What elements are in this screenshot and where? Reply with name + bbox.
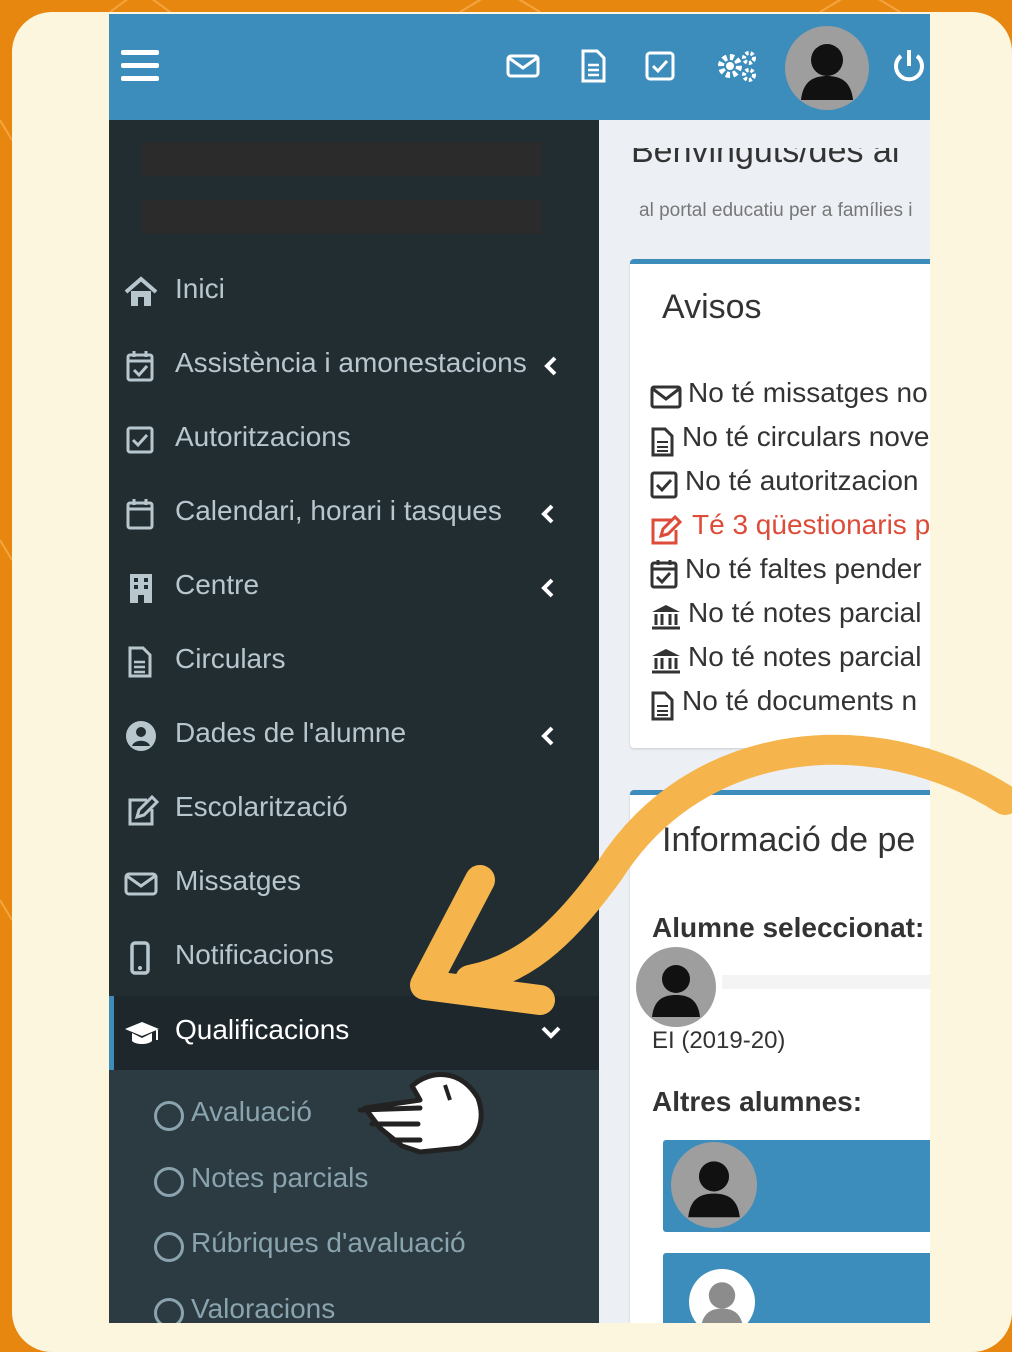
submenu-item-rubriques[interactable]: Rúbriques d'avaluació: [109, 1217, 599, 1277]
sidebar-item-label: Dades de l'alumne: [175, 717, 407, 748]
main-content: Benvinguts/des al al portal educatiu per…: [599, 120, 930, 1323]
submenu-item-label: Valoracions: [191, 1293, 336, 1323]
sidebar-item-dades-alumne[interactable]: Dades de l'alumne: [109, 699, 599, 773]
checkbox-icon: [126, 426, 154, 454]
submenu-item-notes-parcials[interactable]: Notes parcials: [109, 1152, 599, 1212]
submenu-item-label: Avaluació: [191, 1096, 312, 1127]
sidebar-item-label: Missatges: [175, 865, 302, 896]
info-title: Informació de pe: [662, 821, 916, 859]
sidebar-item-centre[interactable]: Centre: [109, 551, 599, 625]
page-subtitle: al portal educatiu per a famílies i: [639, 200, 913, 221]
info-box: Informació de pe Alumne seleccionat: EI …: [630, 790, 930, 1323]
sidebar-item-label: Inici: [175, 273, 225, 304]
page-title-cropped: Benvinguts/des al: [631, 148, 900, 170]
user-silhouette-icon: [688, 1161, 740, 1218]
circle-icon: [154, 1232, 184, 1262]
envelope-icon: [124, 872, 158, 896]
app-screenshot: Inici Assistència i amonestacions Autori…: [109, 14, 930, 1323]
sidebar-item-circulars[interactable]: Circulars: [109, 625, 599, 699]
institution-icon: [652, 649, 680, 674]
sidebar-item-label: Assistència i amonestacions: [175, 347, 527, 378]
circle-icon: [154, 1101, 184, 1131]
calendar-check-icon: [126, 351, 154, 382]
sidebar-item-label: Escolarització: [175, 791, 348, 822]
sidebar-item-label: Centre: [175, 569, 260, 600]
document-icon: [651, 427, 674, 457]
user-silhouette-icon: [652, 965, 700, 1017]
qualificacions-submenu: Avaluació Notes parcials Rúbriques d'ava…: [109, 1070, 599, 1323]
power-icon[interactable]: [889, 46, 929, 86]
gears-icon[interactable]: [715, 48, 759, 84]
chevron-left-icon: [541, 726, 554, 746]
user-silhouette-icon: [801, 44, 853, 100]
mobile-icon: [130, 941, 150, 975]
sidebar-item-autoritzacions[interactable]: Autoritzacions: [109, 403, 599, 477]
redacted-user-name: [142, 142, 542, 176]
sidebar-item-escolaritzacio[interactable]: Escolarització: [109, 773, 599, 847]
sidebar-item-label: Circulars: [175, 643, 286, 674]
edit-icon: [128, 794, 159, 826]
document-icon[interactable]: [575, 48, 611, 84]
user-circle-icon: [126, 721, 156, 751]
checkbox-icon[interactable]: [642, 48, 678, 84]
submenu-item-valoracions[interactable]: Valoracions: [109, 1283, 599, 1323]
circle-icon: [154, 1298, 184, 1323]
sidebar-item-missatges[interactable]: Missatges: [109, 847, 599, 921]
chevron-left-icon: [541, 578, 554, 598]
building-icon: [130, 574, 152, 603]
institution-icon: [652, 605, 680, 630]
sidebar-item-qualificacions[interactable]: Qualificacions: [109, 996, 599, 1070]
sidebar-item-inici[interactable]: Inici: [109, 255, 599, 329]
envelope-icon: [650, 385, 682, 409]
chevron-left-icon: [541, 504, 554, 524]
sidebar-item-label: Autoritzacions: [175, 421, 351, 452]
calendar-check-icon: [650, 560, 678, 589]
sidebar: Inici Assistència i amonestacions Autori…: [109, 120, 599, 1323]
redacted-user-info: [142, 200, 542, 234]
other-student-card[interactable]: [663, 1253, 930, 1323]
other-students-label: Altres alumnes:: [652, 1086, 863, 1117]
graduation-cap-icon: [125, 1022, 159, 1044]
avisos-box: Avisos No té missatges no No té circular…: [630, 259, 930, 748]
envelope-icon[interactable]: [505, 48, 541, 84]
other-student-avatar: [689, 1269, 755, 1323]
user-silhouette-icon: [701, 1282, 743, 1323]
student-course: EI (2019-20): [652, 1027, 786, 1054]
document-icon: [651, 691, 674, 721]
chevron-left-icon: [544, 356, 557, 376]
calendar-icon: [126, 499, 154, 530]
redacted-student-name: [722, 975, 930, 989]
chevron-down-icon: [541, 1026, 561, 1039]
selected-student-label: Alumne seleccionat:: [652, 912, 925, 943]
sidebar-item-label: Calendari, horari i tasques: [175, 495, 502, 526]
avisos-title: Avisos: [662, 288, 762, 326]
document-icon: [128, 646, 152, 678]
sidebar-item-calendari[interactable]: Calendari, horari i tasques: [109, 477, 599, 551]
checkbox-icon: [650, 471, 678, 499]
edit-icon: [651, 515, 683, 545]
selected-student-avatar: [636, 947, 716, 1027]
other-student-card[interactable]: [663, 1140, 930, 1232]
user-avatar[interactable]: [785, 26, 869, 110]
submenu-item-label: Rúbriques d'avaluació: [191, 1227, 466, 1258]
sidebar-item-label: Notificacions: [175, 939, 334, 970]
submenu-item-label: Notes parcials: [191, 1162, 369, 1193]
menu-toggle-icon[interactable]: [121, 50, 159, 82]
sidebar-item-notificacions[interactable]: Notificacions: [109, 921, 599, 995]
sidebar-item-label: Qualificacions: [175, 1014, 350, 1045]
circle-icon: [154, 1167, 184, 1197]
sidebar-item-assistencia[interactable]: Assistència i amonestacions: [109, 329, 599, 403]
submenu-item-avaluacio[interactable]: Avaluació: [109, 1086, 599, 1146]
home-icon: [124, 276, 158, 306]
top-bar: [109, 14, 930, 120]
other-student-avatar: [671, 1142, 757, 1228]
